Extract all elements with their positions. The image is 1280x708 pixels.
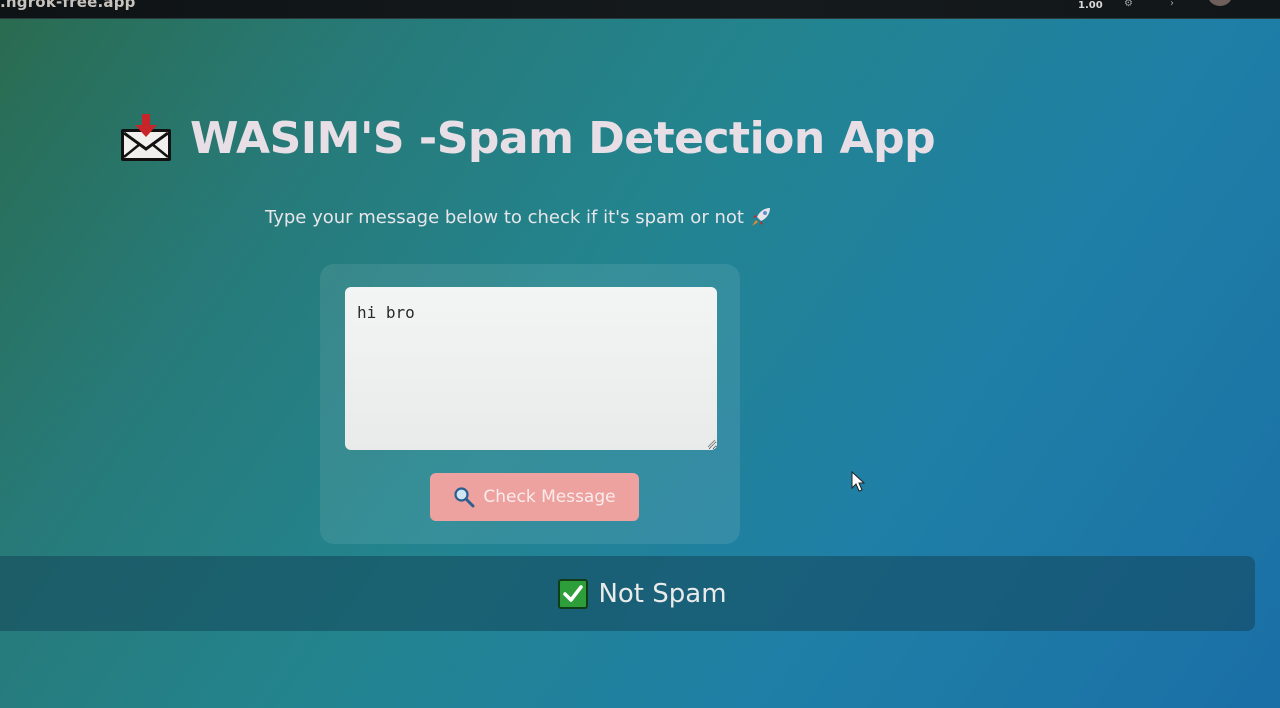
result-content: Not Spam xyxy=(558,578,727,609)
menu-icon[interactable]: › xyxy=(1170,0,1184,9)
rocket-icon xyxy=(751,208,770,226)
message-input[interactable]: hi bro xyxy=(345,287,717,450)
page-title: WASIM'S -Spam Detection App xyxy=(190,112,936,164)
check-message-label: Check Message xyxy=(483,487,616,507)
settings-icon[interactable]: ⚙ xyxy=(1124,0,1138,9)
inbox-tray-icon xyxy=(121,114,171,161)
zoom-level[interactable]: 1.00 xyxy=(1078,0,1103,11)
avatar[interactable] xyxy=(1207,0,1233,6)
browser-top-bar: .ngrok-free.app 1.00 ⚙ › xyxy=(0,0,1280,19)
url-fragment[interactable]: .ngrok-free.app xyxy=(0,0,136,11)
mouse-pointer-icon xyxy=(851,471,865,492)
resize-grip-icon[interactable] xyxy=(706,438,716,448)
title-row: WASIM'S -Spam Detection App xyxy=(118,106,936,170)
subtitle-text: Type your message below to check if it's… xyxy=(265,206,744,228)
check-mark-icon xyxy=(558,578,589,609)
search-icon xyxy=(454,487,475,508)
subtitle-row: Type your message below to check if it's… xyxy=(265,206,774,228)
check-message-button[interactable]: Check Message xyxy=(430,473,639,521)
result-bar: Not Spam xyxy=(0,556,1255,631)
result-text: Not Spam xyxy=(598,578,727,609)
